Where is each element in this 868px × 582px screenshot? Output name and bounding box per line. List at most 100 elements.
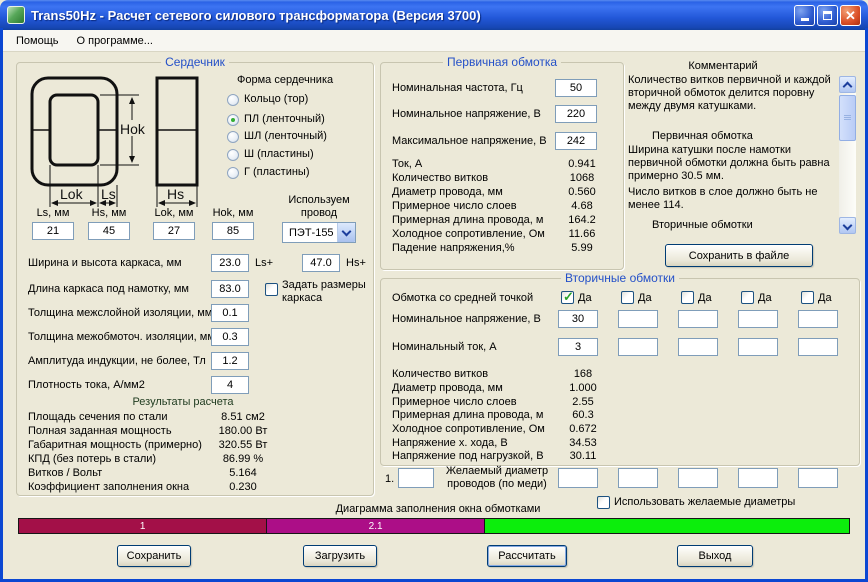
scrollbar-thumb[interactable] [839, 95, 856, 141]
scroll-up-button[interactable] [839, 76, 856, 93]
primary-max-voltage-label: Максимальное напряжение, В [392, 135, 547, 147]
secondary-load-voltage-value: 30.11 [569, 450, 597, 462]
dim-ls-input[interactable] [32, 222, 74, 240]
hs-plus-input[interactable] [302, 254, 340, 272]
window-fill-bar: 1 2.1 [18, 518, 852, 534]
dim-hs-label: Hs, мм [91, 207, 127, 219]
ls-plus-input[interactable] [211, 254, 249, 272]
secondary-voltage-input-2[interactable] [618, 310, 658, 328]
result-turns-per-volt-value: 5.164 [229, 467, 257, 479]
desired-diameter-input-3[interactable] [678, 468, 718, 488]
scrollbar-track[interactable] [839, 93, 856, 217]
result-efficiency-value: 86.99 % [222, 453, 264, 465]
shape-radio-sh-label: Ш (пластины) [244, 148, 314, 160]
desired-diameter-input-4[interactable] [738, 468, 778, 488]
primary-nominal-voltage-label: Номинальное напряжение, В [392, 108, 541, 120]
frame-width-height-label: Ширина и высота каркаса, мм [28, 257, 182, 269]
scroll-down-button[interactable] [839, 217, 856, 234]
load-button[interactable]: Загрузить [303, 545, 377, 567]
secondary-current-label: Номинальный ток, А [392, 341, 497, 353]
shape-group-label: Форма сердечника [237, 74, 334, 86]
desired-diameter-input-5[interactable] [798, 468, 838, 488]
maximize-button[interactable] [817, 4, 838, 26]
midpoint-checkbox-5[interactable] [801, 291, 814, 304]
shape-radio-sh[interactable] [227, 149, 239, 161]
secondary-resistance-label: Холодное сопротивление, Ом [392, 423, 545, 435]
secondary-voltage-input-3[interactable] [678, 310, 718, 328]
diagram-label-hs: Hs [167, 186, 184, 202]
midpoint-label: Обмотка со средней точкой [392, 292, 534, 304]
minimize-button[interactable] [794, 4, 815, 26]
desired-diameter-input-2[interactable] [618, 468, 658, 488]
interwinding-insulation-input[interactable] [211, 328, 249, 346]
result-full-power-label: Полная заданная мощность [28, 425, 172, 437]
desired-diameter-input-0[interactable] [398, 468, 434, 488]
calculate-button[interactable]: Рассчитать [487, 545, 567, 567]
dim-lok-input[interactable] [153, 222, 195, 240]
wire-label: Используем провод [288, 194, 350, 219]
diagram-label-lok: Lok [60, 186, 84, 202]
shape-radio-ring[interactable] [227, 94, 239, 106]
fill-segment-2: 2.1 [266, 518, 485, 534]
secondary-voltage-input-1[interactable] [558, 310, 598, 328]
shape-radio-g-label: Г (пластины) [244, 166, 310, 178]
secondary-voltage-input-4[interactable] [738, 310, 778, 328]
secondary-turns-label: Количество витков [392, 368, 489, 380]
primary-max-voltage-input[interactable] [555, 132, 597, 150]
induction-amplitude-input[interactable] [211, 352, 249, 370]
primary-nominal-voltage-input[interactable] [555, 105, 597, 123]
close-button[interactable]: ✕ [840, 4, 861, 26]
shape-radio-shl[interactable] [227, 131, 239, 143]
secondary-panel-legend: Вторичные обмотки [561, 271, 679, 285]
interlayer-insulation-input[interactable] [211, 304, 249, 322]
secondary-current-input-4[interactable] [738, 338, 778, 356]
primary-resistance-label: Холодное сопротивление, Ом [392, 228, 545, 240]
primary-frequency-label: Номинальная частота, Гц [392, 82, 523, 94]
comment-scrollbar[interactable] [839, 76, 856, 234]
wire-dropdown-button[interactable] [337, 223, 355, 242]
current-density-input[interactable] [211, 376, 249, 394]
secondary-current-input-5[interactable] [798, 338, 838, 356]
wire-dropdown[interactable]: ПЭТ-155 [282, 222, 356, 243]
window-title: Trans50Hz - Расчет сетевого силового тра… [31, 7, 481, 23]
midpoint-checkbox-2[interactable] [621, 291, 634, 304]
primary-resistance-value: 11.66 [568, 228, 596, 240]
save-button[interactable]: Сохранить [117, 545, 191, 567]
dim-hs-input[interactable] [88, 222, 130, 240]
primary-current-label: Ток, А [392, 158, 423, 170]
close-icon: ✕ [845, 7, 856, 23]
fill-segment-free [483, 518, 850, 534]
primary-voltage-drop-label: Падение напряжения,% [392, 242, 515, 254]
use-desired-checkbox[interactable] [597, 496, 610, 509]
menu-help[interactable]: Помощь [7, 32, 68, 50]
menu-about[interactable]: О программе... [68, 32, 162, 50]
results-title: Результаты расчета [132, 396, 234, 408]
dim-hok-input[interactable] [212, 222, 254, 240]
save-to-file-button[interactable]: Сохранить в файле [665, 244, 813, 267]
primary-frequency-input[interactable] [555, 79, 597, 97]
primary-current-value: 0.941 [568, 158, 596, 170]
result-steel-area-label: Площадь сечения по стали [28, 411, 168, 423]
midpoint-checkbox-4[interactable] [741, 291, 754, 304]
midpoint-checkbox-1[interactable] [561, 289, 574, 305]
secondary-no-load-voltage-value: 34.53 [569, 437, 597, 449]
primary-wire-length-label: Примерная длина провода, м [392, 214, 544, 226]
primary-turns-value: 1068 [569, 172, 595, 184]
shape-radio-pl[interactable] [227, 114, 239, 126]
secondary-voltage-input-5[interactable] [798, 310, 838, 328]
dim-lok-label: Lok, мм [154, 207, 194, 219]
interwinding-insulation-label: Толщина межобмоточ. изоляции, мм [28, 331, 215, 343]
chevron-down-icon [341, 226, 352, 236]
midpoint-checkbox-3[interactable] [681, 291, 694, 304]
secondary-current-input-1[interactable] [558, 338, 598, 356]
frame-length-input[interactable] [211, 280, 249, 298]
midpoint-yes-label-5: Да [818, 292, 832, 304]
set-frame-size-checkbox[interactable] [265, 283, 278, 296]
exit-button[interactable]: Выход [677, 545, 753, 567]
comment-title: Комментарий [688, 60, 758, 72]
secondary-current-input-2[interactable] [618, 338, 658, 356]
desired-diameter-input-1[interactable] [558, 468, 598, 488]
hs-plus-label: Hs+ [346, 257, 366, 269]
secondary-current-input-3[interactable] [678, 338, 718, 356]
shape-radio-g[interactable] [227, 167, 239, 179]
